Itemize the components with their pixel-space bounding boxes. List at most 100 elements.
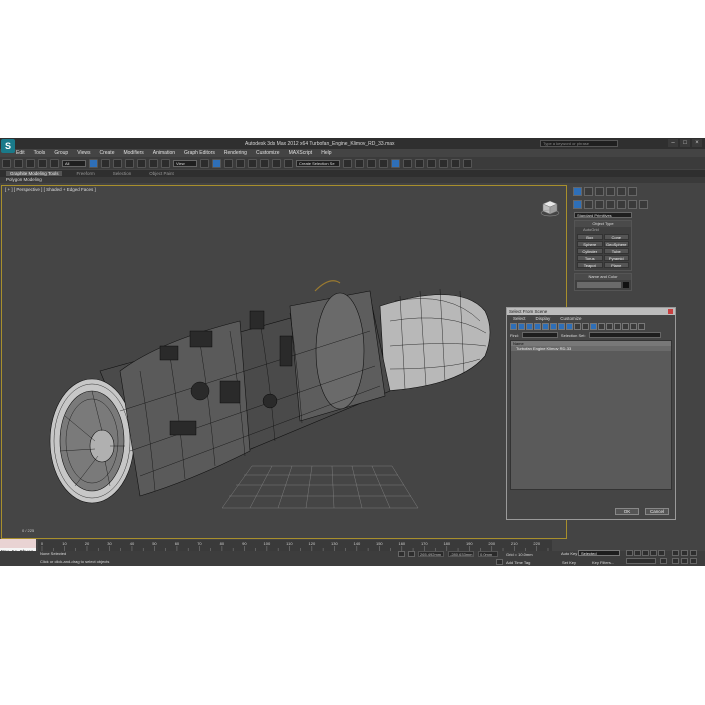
tab-freeform[interactable]: Freeform — [72, 171, 98, 176]
selection-set-dropdown[interactable] — [588, 332, 661, 338]
field-of-view-icon[interactable] — [672, 558, 679, 564]
select-invert-icon[interactable] — [614, 323, 621, 330]
unlink-icon[interactable] — [38, 158, 47, 168]
edit-named-sets-icon[interactable] — [284, 158, 293, 168]
time-tag-icon[interactable] — [496, 559, 503, 565]
set-key-button[interactable]: Set Key — [562, 560, 576, 565]
render-setup-icon[interactable] — [427, 158, 436, 168]
plane-button[interactable]: Plane — [603, 262, 629, 268]
hierarchy-tab-icon[interactable] — [595, 187, 604, 196]
spinner-snap-icon[interactable] — [272, 158, 281, 168]
move-icon[interactable] — [137, 158, 146, 168]
previous-frame-icon[interactable] — [634, 550, 641, 556]
goto-start-icon[interactable] — [626, 550, 633, 556]
keyboard-shortcut-icon[interactable] — [224, 158, 233, 168]
geometry-icon[interactable] — [573, 200, 582, 209]
display-cameras-icon[interactable] — [534, 323, 541, 330]
display-bones-icon[interactable] — [574, 323, 581, 330]
dialog-menu-display[interactable]: Display — [536, 316, 551, 321]
menu-create[interactable]: Create — [99, 150, 114, 156]
display-spacewarps-icon[interactable] — [550, 323, 557, 330]
scale-icon[interactable] — [161, 158, 170, 168]
auto-key-dropdown[interactable]: Selected — [578, 550, 620, 556]
display-containers-icon[interactable] — [582, 323, 589, 330]
menu-maxscript[interactable]: MAXScript — [289, 150, 313, 156]
timeline-ruler[interactable]: 0 10 20 30 40 50 60 70 80 90 100 110 120 130 140 150 160… — [38, 540, 552, 551]
dialog-close-icon[interactable] — [668, 309, 673, 314]
app-logo-icon[interactable]: S — [1, 138, 15, 153]
zoom-extents-icon[interactable] — [690, 550, 697, 556]
tab-selection[interactable]: Selection — [109, 171, 136, 176]
perspective-viewport[interactable]: [ + ] [ Perspective ] [ Shaded + Edged F… — [1, 185, 567, 539]
selection-filter-dropdown[interactable]: All — [62, 159, 86, 167]
maximize-button[interactable]: □ — [680, 139, 690, 147]
create-tab-icon[interactable] — [573, 187, 582, 196]
add-time-tag[interactable]: Add Time Tag — [506, 560, 530, 565]
tab-object-paint[interactable]: Object Paint — [145, 171, 178, 176]
menu-help[interactable]: Help — [321, 150, 331, 156]
menu-modifiers[interactable]: Modifiers — [123, 150, 143, 156]
percent-snap-icon[interactable] — [260, 158, 269, 168]
filter-icon[interactable] — [638, 323, 645, 330]
minimize-button[interactable]: – — [668, 139, 678, 147]
tab-graphite-modeling-tools[interactable]: Graphite Modeling Tools — [6, 171, 63, 176]
time-config-icon[interactable] — [660, 558, 667, 564]
next-frame-icon[interactable] — [650, 550, 657, 556]
region-select-icon[interactable] — [113, 158, 122, 168]
torus-button[interactable]: Torus — [577, 255, 603, 261]
helpers-icon[interactable] — [617, 200, 626, 209]
display-lights-icon[interactable] — [526, 323, 533, 330]
select-dependents-icon[interactable] — [630, 323, 637, 330]
menu-customize[interactable]: Customize — [256, 150, 280, 156]
motion-tab-icon[interactable] — [606, 187, 615, 196]
dialog-menu-select[interactable]: Select — [513, 316, 526, 321]
select-by-name-icon[interactable] — [101, 158, 110, 168]
play-icon[interactable] — [642, 550, 649, 556]
utilities-tab-icon[interactable] — [628, 187, 637, 196]
help-search-input[interactable]: Type a keyword or phrase — [540, 140, 618, 147]
display-geometry-icon[interactable] — [510, 323, 517, 330]
maxscript-output[interactable] — [0, 539, 36, 548]
display-groups-icon[interactable] — [558, 323, 565, 330]
polygon-modeling-label[interactable]: Polygon Modeling — [6, 177, 42, 182]
x-coordinate-field[interactable]: 265.492mm — [418, 551, 444, 557]
find-input[interactable] — [521, 332, 558, 338]
bind-space-warp-icon[interactable] — [50, 158, 59, 168]
material-editor-icon[interactable] — [415, 158, 424, 168]
menu-rendering[interactable]: Rendering — [224, 150, 247, 156]
y-coordinate-field[interactable]: -280.633mm — [448, 551, 474, 557]
display-helpers-icon[interactable] — [542, 323, 549, 330]
shapes-icon[interactable] — [584, 200, 593, 209]
select-object-icon[interactable] — [89, 158, 98, 168]
window-crossing-icon[interactable] — [125, 158, 134, 168]
lights-icon[interactable] — [595, 200, 604, 209]
object-color-swatch[interactable] — [623, 282, 629, 288]
viewcube-icon[interactable] — [539, 197, 561, 219]
list-item[interactable]: Turbofan Engine Klimov RD-33 — [511, 346, 671, 351]
z-coordinate-field[interactable]: 0.0mm — [478, 551, 498, 557]
menu-group[interactable]: Group — [54, 150, 68, 156]
rendered-frame-icon[interactable] — [439, 158, 448, 168]
display-xrefs-icon[interactable] — [566, 323, 573, 330]
viewport-label[interactable]: [ + ] [ Perspective ] [ Shaded + Edged F… — [5, 187, 96, 192]
schematic-view-icon[interactable] — [403, 158, 412, 168]
reference-coord-dropdown[interactable]: View — [173, 159, 197, 167]
systems-icon[interactable] — [639, 200, 648, 209]
pan-icon[interactable] — [681, 558, 688, 564]
display-tab-icon[interactable] — [617, 187, 626, 196]
sphere-button[interactable]: Sphere — [577, 241, 603, 247]
render-production-icon[interactable] — [451, 158, 460, 168]
undo-icon[interactable] — [2, 158, 11, 168]
pivot-center-icon[interactable] — [200, 158, 209, 168]
menu-tools[interactable]: Tools — [34, 150, 46, 156]
display-shapes-icon[interactable] — [518, 323, 525, 330]
menu-graph-editors[interactable]: Graph Editors — [184, 150, 215, 156]
goto-end-icon[interactable] — [658, 550, 665, 556]
zoom-all-icon[interactable] — [681, 550, 688, 556]
menu-animation[interactable]: Animation — [153, 150, 175, 156]
current-frame-field[interactable] — [626, 558, 656, 564]
graphite-toggle-icon[interactable] — [379, 158, 388, 168]
space-warps-icon[interactable] — [628, 200, 637, 209]
object-name-field[interactable] — [577, 282, 621, 288]
select-none-icon[interactable] — [606, 323, 613, 330]
